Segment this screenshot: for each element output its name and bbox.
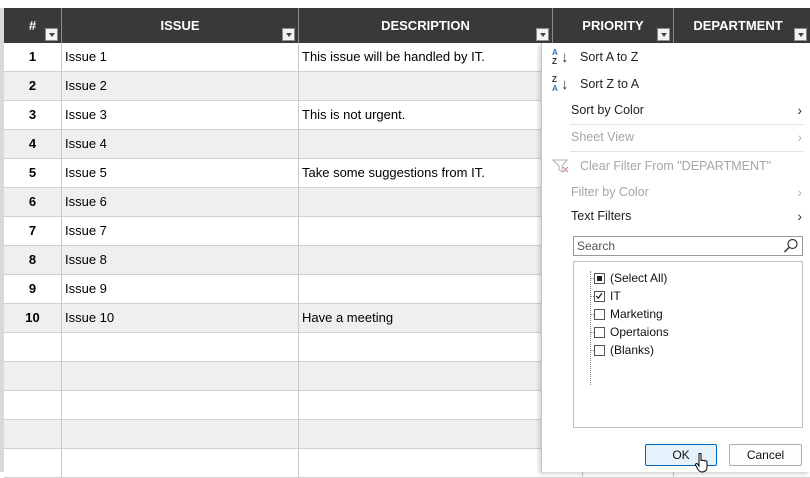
- filter-dropdown-button[interactable]: [282, 28, 295, 41]
- search-icon: [784, 238, 798, 253]
- column-header-priority[interactable]: PRIORITY: [553, 8, 674, 43]
- row-number-cell[interactable]: [4, 333, 62, 361]
- column-header-label: ISSUE: [160, 18, 200, 33]
- checkbox[interactable]: [594, 345, 605, 356]
- sort-ascending-icon: A Z ↓: [552, 48, 569, 67]
- checkbox[interactable]: [594, 291, 605, 302]
- clear-filter-icon: [552, 159, 569, 173]
- issue-cell[interactable]: [62, 449, 299, 477]
- row-number-cell[interactable]: [4, 362, 62, 390]
- menu-item-label: Text Filters: [571, 209, 632, 223]
- column-header-description[interactable]: DESCRIPTION: [299, 8, 553, 43]
- issue-cell[interactable]: [62, 362, 299, 390]
- row-number-cell[interactable]: 9: [4, 275, 62, 303]
- column-header-department[interactable]: DEPARTMENT: [674, 8, 810, 43]
- menu-item-label: Sheet View: [571, 130, 635, 144]
- issue-cell[interactable]: Issue 9: [62, 275, 299, 303]
- issue-cell[interactable]: [62, 333, 299, 361]
- tree-line: [590, 271, 592, 385]
- filter-value-label: Opertaions: [610, 325, 669, 339]
- row-number-cell[interactable]: 10: [4, 304, 62, 332]
- checkbox[interactable]: [594, 273, 605, 284]
- column-header-label: DEPARTMENT: [693, 18, 783, 33]
- filter-dropdown-button[interactable]: [657, 28, 670, 41]
- issue-cell[interactable]: Issue 3: [62, 101, 299, 129]
- filter-dropdown-button[interactable]: [536, 28, 549, 41]
- column-header-issue[interactable]: ISSUE: [62, 8, 299, 43]
- menu-item-label: Sort A to Z: [580, 50, 639, 64]
- checkbox[interactable]: [594, 309, 605, 320]
- clear-filter-item: Clear Filter From "DEPARTMENT": [542, 154, 810, 178]
- issue-cell[interactable]: Issue 8: [62, 246, 299, 274]
- filter-dropdown-button-active[interactable]: [794, 28, 807, 41]
- row-number-cell[interactable]: 6: [4, 188, 62, 216]
- cancel-button[interactable]: Cancel: [729, 444, 802, 466]
- row-number-cell[interactable]: 3: [4, 101, 62, 129]
- menu-separator: [570, 151, 804, 152]
- filter-by-color-item: Filter by Color ›: [542, 180, 810, 204]
- filter-value-label: (Blanks): [610, 343, 655, 357]
- issue-cell[interactable]: Issue 6: [62, 188, 299, 216]
- issue-cell[interactable]: Issue 7: [62, 217, 299, 245]
- filter-value-label: IT: [610, 289, 621, 303]
- search-placeholder: Search: [577, 239, 616, 253]
- column-header-label: DESCRIPTION: [381, 18, 470, 33]
- menu-item-label: Filter by Color: [571, 185, 649, 199]
- text-filters-item[interactable]: Text Filters ›: [542, 204, 810, 228]
- issue-cell[interactable]: Issue 5: [62, 159, 299, 187]
- filter-value-label: (Select All): [610, 271, 668, 285]
- row-number-cell[interactable]: 1: [4, 43, 62, 71]
- issue-cell[interactable]: [62, 391, 299, 419]
- issue-cell[interactable]: Issue 1: [62, 43, 299, 71]
- row-number-cell[interactable]: [4, 391, 62, 419]
- issue-cell[interactable]: [62, 420, 299, 448]
- menu-item-label: Clear Filter From "DEPARTMENT": [580, 159, 772, 173]
- column-header-label: PRIORITY: [582, 18, 644, 33]
- chevron-right-icon: ›: [797, 208, 802, 224]
- row-number-cell[interactable]: 4: [4, 130, 62, 158]
- checkbox[interactable]: [594, 327, 605, 338]
- column-header-number[interactable]: #: [4, 8, 62, 43]
- sort-a-to-z-item[interactable]: A Z ↓ Sort A to Z: [542, 45, 810, 69]
- sort-by-color-item[interactable]: Sort by Color ›: [542, 98, 810, 122]
- column-header-label: #: [28, 18, 37, 33]
- row-number-cell[interactable]: 7: [4, 217, 62, 245]
- row-number-cell[interactable]: 2: [4, 72, 62, 100]
- sort-z-to-a-item[interactable]: Z A ↓ Sort Z to A: [542, 72, 810, 96]
- issue-cell[interactable]: Issue 2: [62, 72, 299, 100]
- filter-dropdown-button[interactable]: [45, 28, 58, 41]
- filter-value-label: Marketing: [610, 307, 663, 321]
- menu-item-label: Sort Z to A: [580, 77, 640, 91]
- issue-cell[interactable]: Issue 4: [62, 130, 299, 158]
- sheet-view-item: Sheet View ›: [542, 125, 810, 149]
- row-number-cell[interactable]: 5: [4, 159, 62, 187]
- chevron-right-icon: ›: [797, 129, 802, 145]
- chevron-right-icon: ›: [797, 184, 802, 200]
- filter-dropdown-panel: A Z ↓ Sort A to Z Z A ↓ Sort Z to A Sort by …: [541, 43, 810, 473]
- row-number-cell[interactable]: [4, 449, 62, 477]
- sort-descending-icon: Z A ↓: [552, 75, 569, 94]
- filter-search-input[interactable]: Search: [573, 236, 803, 256]
- issue-cell[interactable]: Issue 10: [62, 304, 299, 332]
- row-number-cell[interactable]: 8: [4, 246, 62, 274]
- chevron-right-icon: ›: [797, 102, 802, 118]
- filter-values-list[interactable]: (Select All) IT Marketing Opertaions (Blanks…: [573, 261, 803, 428]
- row-number-cell[interactable]: [4, 420, 62, 448]
- mouse-pointer-icon: [694, 453, 708, 473]
- menu-item-label: Sort by Color: [571, 103, 644, 117]
